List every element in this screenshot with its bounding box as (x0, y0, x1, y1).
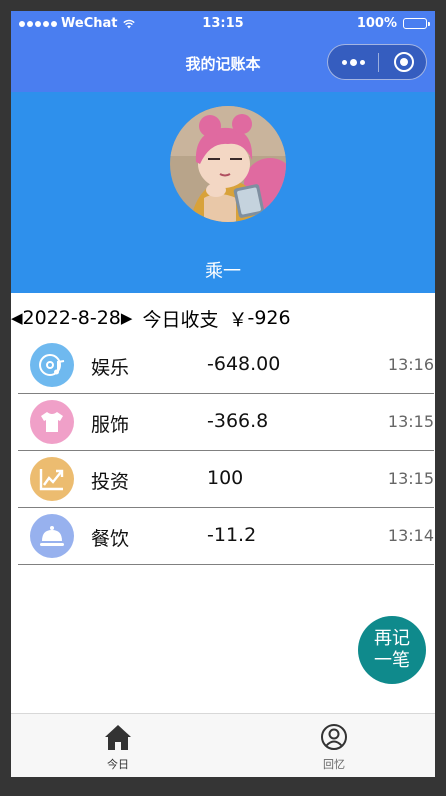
phone-screen: WeChat 13:15 100% 我的记账本 乘一 ◀ 2022-8-28 ▶… (11, 11, 435, 777)
avatar-illustration (170, 106, 286, 222)
username: 乘一 (205, 261, 241, 282)
status-bar: WeChat 13:15 100% (11, 11, 435, 37)
add-record-label-line2: 一笔 (374, 650, 410, 671)
battery-percent: 100% (356, 16, 397, 31)
tab-memories[interactable]: 回忆 (294, 722, 374, 772)
record-category: 餐饮 (91, 528, 130, 550)
tab-today-label: 今日 (107, 758, 129, 771)
record-category: 服饰 (91, 414, 130, 436)
add-record-label-line1: 再记 (374, 628, 410, 649)
more-dots-icon[interactable] (342, 59, 365, 66)
record-list: 娱乐 -648.00 13:16 服饰 -366.8 13:15 投资 100 … (18, 337, 434, 565)
record-row[interactable]: 餐饮 -11.2 13:14 (18, 508, 434, 565)
record-time: 13:16 (387, 355, 434, 374)
summary-total: -926 (247, 307, 291, 329)
record-row[interactable]: 服饰 -366.8 13:15 (18, 394, 434, 451)
home-icon (105, 725, 131, 750)
daily-summary: ◀ 2022-8-28 ▶ 今日收支 ￥ -926 (11, 305, 435, 331)
record-time: 13:15 (387, 412, 434, 431)
trend-chart-icon (30, 457, 74, 501)
summary-label: 今日收支 (142, 308, 219, 331)
profile-section: 乘一 (11, 92, 435, 293)
miniprogram-capsule (327, 44, 427, 80)
record-category: 投资 (91, 471, 130, 493)
record-time: 13:15 (387, 469, 434, 488)
tab-memories-label: 回忆 (323, 758, 345, 771)
record-row[interactable]: 娱乐 -648.00 13:16 (18, 337, 434, 394)
dish-cover-icon (30, 514, 74, 558)
record-amount: -648.00 (207, 353, 281, 375)
nav-bar: 我的记账本 (11, 37, 435, 92)
record-row[interactable]: 投资 100 13:15 (18, 451, 434, 508)
avatar[interactable] (170, 106, 286, 222)
close-target-icon[interactable] (394, 52, 414, 72)
user-circle-icon (321, 724, 347, 750)
summary-date[interactable]: 2022-8-28 (23, 307, 121, 329)
currency-symbol: ￥ (228, 308, 248, 331)
add-record-button[interactable]: 再记 一笔 (358, 616, 426, 684)
record-amount: 100 (207, 467, 244, 489)
tab-today[interactable]: 今日 (78, 722, 158, 772)
prev-day-arrow[interactable]: ◀ (11, 309, 23, 327)
next-day-arrow[interactable]: ▶ (121, 309, 133, 327)
music-disc-icon (30, 343, 74, 387)
record-amount: -366.8 (207, 410, 269, 432)
record-time: 13:14 (387, 526, 434, 545)
capsule-divider (378, 53, 379, 72)
tab-bar: 今日 回忆 (11, 713, 435, 777)
battery-icon (403, 18, 430, 29)
tshirt-icon (30, 400, 74, 444)
record-category: 娱乐 (91, 357, 130, 379)
record-amount: -11.2 (207, 524, 257, 546)
